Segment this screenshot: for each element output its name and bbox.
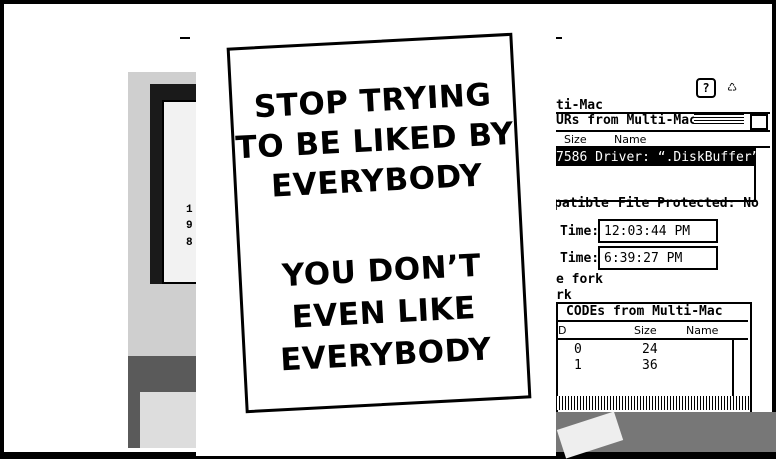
codes-horizontal-scrollbar[interactable] [556, 396, 750, 410]
codes-column-size[interactable]: Size [634, 324, 657, 337]
column-size[interactable]: Size [564, 133, 587, 146]
codes-row-size[interactable]: 36 [642, 358, 658, 373]
fork-label-2: rk [556, 288, 572, 303]
column-name[interactable]: Name [614, 133, 646, 146]
poster-line: EVEN LIKE [290, 290, 477, 336]
codes-title: CODEs from Multi-Mac [566, 304, 723, 319]
top-left-tick [180, 37, 190, 39]
photo-stage: 1 9 8 ? ♺ ti-Mac URs from Multi-Mac Size… [0, 0, 776, 459]
file-protected-label: File Protected: No [618, 196, 759, 211]
codes-column-divider [556, 338, 748, 340]
compatible-label: patible [554, 196, 609, 211]
left-number: 8 [186, 237, 193, 249]
window-title: ti-Mac [556, 98, 603, 113]
help-icon[interactable]: ? [696, 78, 716, 98]
codes-column-name[interactable]: Name [686, 324, 718, 337]
codes-row-size[interactable]: 24 [642, 342, 658, 357]
poster-card: STOP TRYING TO BE LIKED BY EVERYBODY YOU… [226, 32, 532, 414]
zoom-box-icon[interactable] [750, 114, 768, 130]
list-title: URs from Multi-Mac [556, 113, 697, 128]
codes-scrollbar[interactable] [732, 340, 734, 396]
trash-icon[interactable]: ♺ [724, 78, 740, 94]
time-label-modified: Time: [560, 251, 600, 266]
created-time-value: 12:03:44 PM [604, 224, 691, 239]
codes-title-divider [556, 320, 748, 322]
selected-resource-text[interactable]: 7586 Driver: “.DiskBuffer” [556, 150, 760, 165]
top-right-tick [556, 37, 562, 39]
fork-label-1: e fork [556, 272, 603, 287]
background-left-bottom-light [140, 392, 200, 448]
poster-line: EVERYBODY [279, 331, 493, 379]
poster-line: YOU DON’T [281, 247, 482, 295]
title-bar-stripes [694, 114, 744, 126]
modified-time-value: 6:39:27 PM [604, 251, 683, 266]
codes-row-id[interactable]: 0 [574, 342, 582, 357]
left-number: 1 [186, 204, 193, 216]
codes-column-id[interactable]: D [558, 324, 566, 337]
left-number: 9 [186, 220, 193, 232]
time-label-created: Time: [560, 224, 600, 239]
codes-row-id[interactable]: 1 [574, 358, 582, 373]
